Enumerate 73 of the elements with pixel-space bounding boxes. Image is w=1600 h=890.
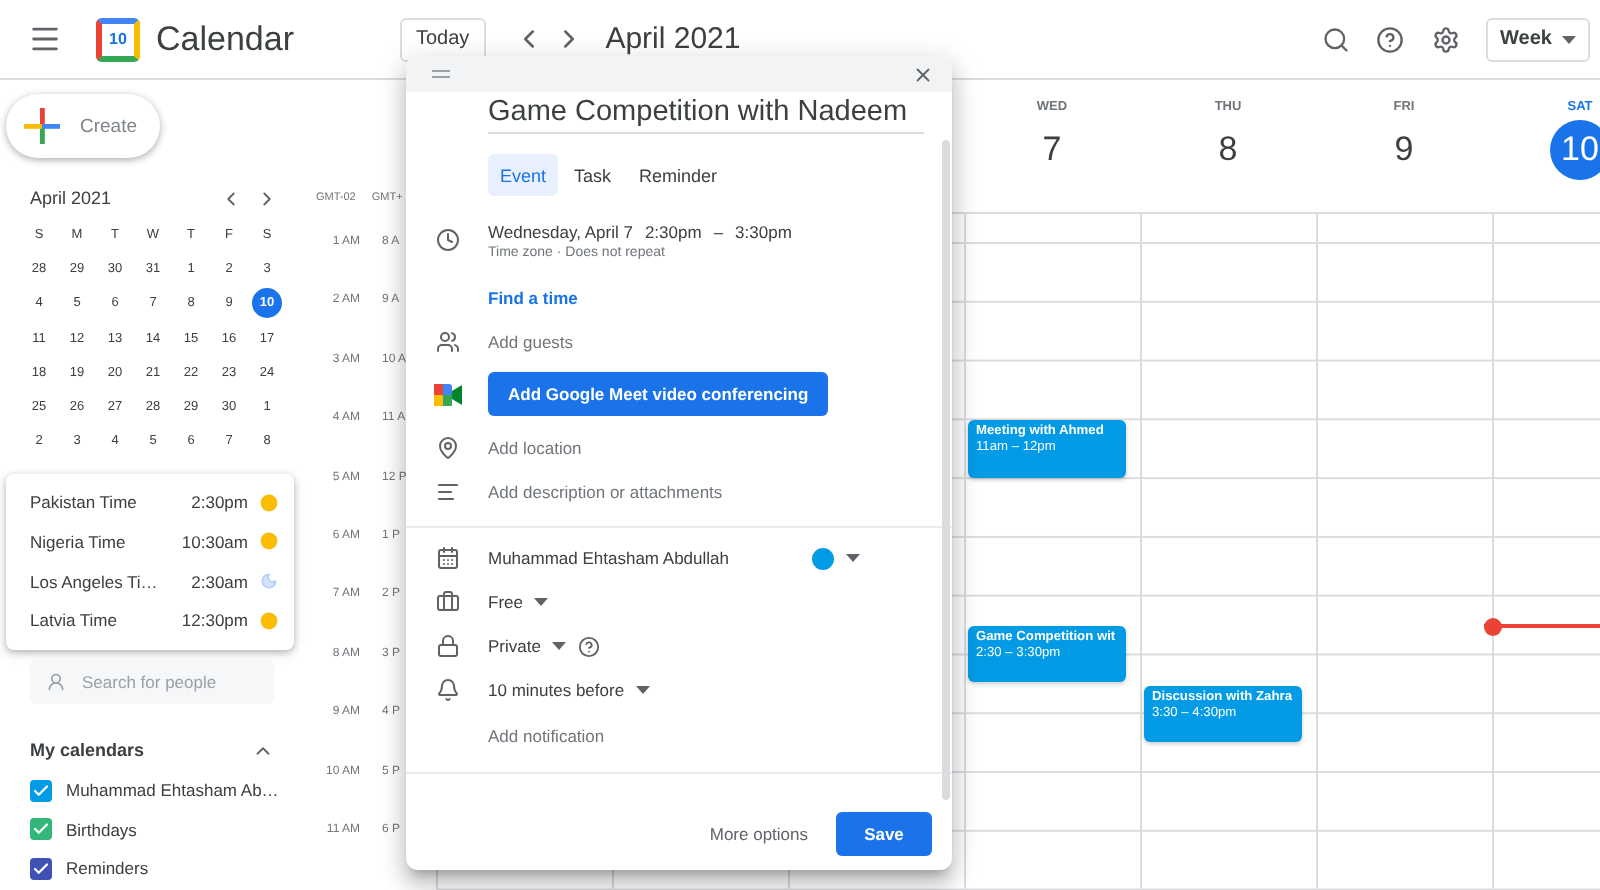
today-button[interactable]: Today: [400, 17, 486, 61]
calendar-name: Reminders: [66, 858, 149, 879]
guests-icon: [435, 330, 459, 354]
clock-time: 2:30am: [191, 571, 248, 592]
calendar-icon: [435, 546, 459, 570]
calendar-name: Muhammad Ehtasham Ab…: [66, 780, 279, 801]
calendar-checkbox[interactable]: [30, 779, 52, 802]
app-name: Calendar: [156, 19, 294, 59]
clock-place: Latvia Time: [30, 610, 119, 631]
day-number[interactable]: 7: [1022, 120, 1082, 180]
guests-field[interactable]: Add guests: [488, 332, 574, 352]
moon-icon: [260, 572, 278, 591]
caret-icon: [534, 598, 549, 606]
caret-icon: [552, 642, 567, 650]
people-search-field[interactable]: Search for people: [30, 660, 274, 705]
caret-icon: [636, 686, 651, 694]
period-title: April 2021: [605, 22, 741, 56]
clock-icon: [435, 228, 459, 252]
more-options-button[interactable]: More options: [701, 816, 816, 852]
caret-icon: [1562, 35, 1576, 43]
description-field[interactable]: Add description or attachments: [488, 482, 723, 502]
calendar-owner[interactable]: Muhammad Ehtasham Abdullah: [488, 548, 729, 568]
caret-icon: [845, 554, 859, 562]
type-tab[interactable]: Event: [488, 154, 559, 196]
calendar-checkbox[interactable]: [30, 818, 52, 841]
clock-time: 10:30am: [181, 531, 248, 552]
sun-icon: [260, 493, 278, 512]
visibility-select[interactable]: Private: [488, 636, 541, 656]
day-number[interactable]: 10: [1550, 120, 1600, 180]
event-date[interactable]: Wednesday, April 7: [488, 221, 633, 241]
briefcase-icon: [435, 590, 459, 614]
clock-place: Los Angeles Ti…: [30, 571, 160, 592]
availability-select[interactable]: Free: [488, 592, 523, 612]
calendar-name: Birthdays: [66, 819, 137, 840]
location-pin-icon: [435, 436, 459, 460]
clock-place: Nigeria Time: [30, 531, 128, 552]
reminder-select[interactable]: 10 minutes before: [488, 680, 625, 700]
create-button[interactable]: Create: [6, 94, 160, 158]
scrollbar[interactable]: [942, 140, 950, 800]
calendar-checkbox[interactable]: [30, 857, 52, 880]
bell-icon: [435, 678, 459, 702]
view-dropdown[interactable]: Week: [1486, 17, 1590, 61]
drag-handle-icon[interactable]: [432, 70, 450, 78]
save-button[interactable]: Save: [836, 812, 932, 856]
time-dash: –: [713, 221, 724, 241]
start-time[interactable]: 2:30pm: [644, 221, 702, 241]
section-title: My calendars: [30, 740, 147, 761]
close-icon[interactable]: [912, 63, 934, 85]
find-time-link[interactable]: Find a time: [488, 288, 578, 308]
month-title: April 2021: [30, 188, 114, 208]
lock-icon: [435, 634, 459, 658]
type-tab[interactable]: Task: [562, 154, 624, 196]
add-notification-link[interactable]: Add notification: [488, 726, 605, 746]
current-time-line: [1484, 624, 1600, 629]
end-time[interactable]: 3:30pm: [735, 221, 792, 241]
location-field[interactable]: Add location: [488, 438, 582, 458]
title-input[interactable]: Game Competition with Nadeem: [488, 92, 924, 134]
color-dot[interactable]: [811, 547, 833, 569]
clock-time: 2:30pm: [191, 492, 248, 513]
clock-place: Pakistan Time: [30, 492, 139, 513]
day-number[interactable]: 9: [1374, 120, 1434, 180]
help-icon[interactable]: [578, 635, 601, 657]
video-camera-icon: [433, 383, 461, 405]
sun-icon: [260, 532, 278, 551]
plus-icon: [24, 108, 60, 144]
calendar-logo: 10: [96, 17, 140, 61]
clock-time: 12:30pm: [181, 610, 248, 631]
description-icon: [435, 480, 459, 504]
people-icon: [46, 672, 66, 693]
meet-button[interactable]: Add Google Meet video conferencing: [488, 372, 829, 416]
type-tab[interactable]: Reminder: [627, 154, 730, 196]
sun-icon: [260, 611, 278, 630]
day-number[interactable]: 8: [1198, 120, 1258, 180]
